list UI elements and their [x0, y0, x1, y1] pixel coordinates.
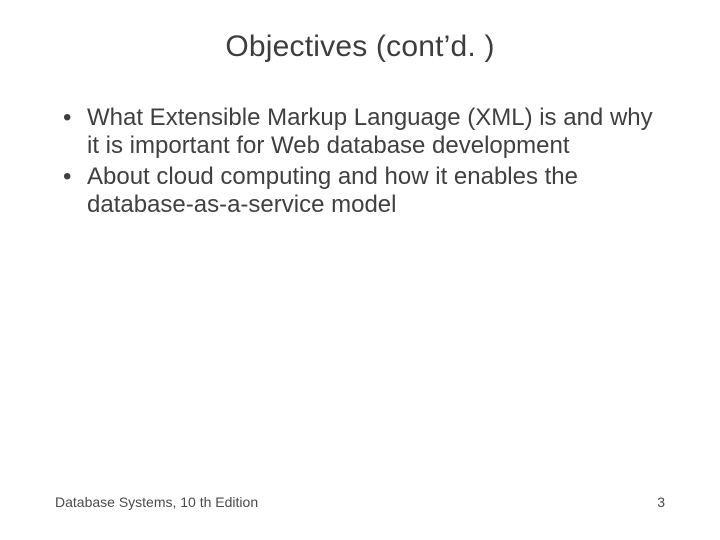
- bullet-text: What Extensible Markup Language (XML) is…: [87, 104, 653, 159]
- bullet-text: About cloud computing and how it enables…: [87, 163, 578, 218]
- slide-body: What Extensible Markup Language (XML) is…: [0, 64, 720, 219]
- footer-page-number: 3: [657, 494, 665, 510]
- footer-source: Database Systems, 10 th Edition: [55, 494, 258, 510]
- list-item: What Extensible Markup Language (XML) is…: [55, 104, 665, 161]
- slide-title: Objectives (cont’d. ): [0, 0, 720, 64]
- slide: Objectives (cont’d. ) What Extensible Ma…: [0, 0, 720, 540]
- bullet-list: What Extensible Markup Language (XML) is…: [55, 104, 665, 219]
- list-item: About cloud computing and how it enables…: [55, 163, 665, 220]
